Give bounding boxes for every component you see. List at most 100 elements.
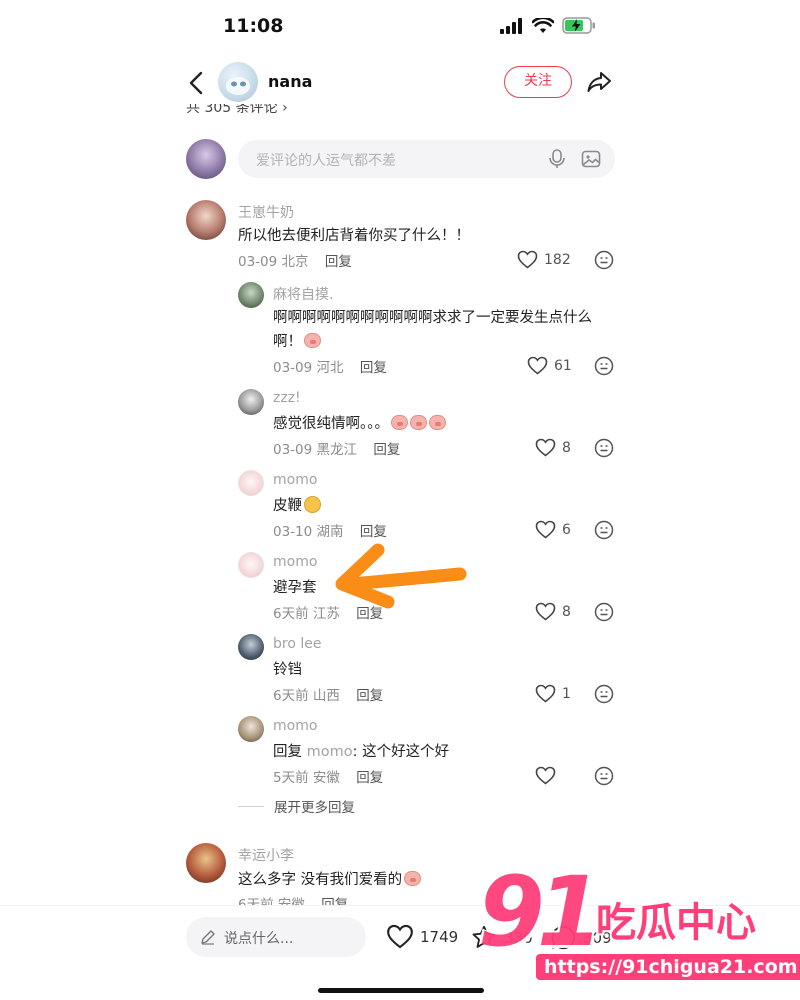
heart-icon — [387, 924, 413, 949]
reply-button[interactable]: 回复 — [325, 254, 352, 270]
like-count: 6 — [562, 521, 571, 538]
like-button[interactable]: 8 — [535, 602, 571, 621]
status-bar: 11:08 — [0, 0, 800, 58]
like-count: 1 — [562, 685, 571, 702]
reply-button[interactable]: 回复 — [360, 524, 387, 540]
say-something-input[interactable]: 说点什么... — [186, 917, 366, 957]
reply-button[interactable]: 回复 — [356, 688, 383, 704]
post-collect-count: 330 — [504, 928, 533, 947]
comment-meta: 5天前 安徽 回复 — [273, 766, 383, 786]
comment-avatar[interactable] — [238, 716, 264, 742]
like-button[interactable] — [535, 766, 562, 785]
comment-location: 山西 — [312, 688, 340, 704]
comment-date: 6天前 — [273, 606, 309, 622]
avatar-art-icon — [226, 77, 250, 95]
annotation-arrow-icon — [335, 543, 467, 609]
comment-avatar[interactable] — [238, 552, 264, 578]
comment-avatar[interactable] — [238, 282, 264, 308]
like-count: 8 — [562, 439, 571, 456]
comment-input[interactable]: 爱评论的人运气都不差 — [238, 140, 615, 178]
post-collect-button[interactable]: 330 — [470, 924, 533, 951]
post-comment-count: 309 — [583, 928, 612, 947]
comment-bubble-icon — [551, 925, 575, 950]
heart-icon — [517, 250, 538, 269]
comment-avatar[interactable] — [186, 843, 226, 883]
comment-username[interactable]: 麻将自摸. — [273, 284, 333, 304]
emoji-reaction-icon[interactable] — [594, 438, 614, 458]
comment-username[interactable]: momo — [273, 554, 317, 570]
image-icon[interactable] — [581, 149, 601, 169]
reply-button[interactable]: 回复 — [356, 770, 383, 786]
pig-emoji-icon — [304, 333, 321, 348]
comment-username[interactable]: momo — [273, 718, 317, 734]
like-button[interactable]: 61 — [527, 356, 572, 375]
comment-username[interactable]: zzz! — [273, 390, 301, 406]
comment-username[interactable]: 幸运小李 — [238, 845, 294, 865]
grin-emoji-icon — [304, 496, 321, 513]
comment-avatar[interactable] — [186, 200, 226, 240]
post-comment-button[interactable]: 309 — [550, 924, 612, 951]
like-button[interactable]: 182 — [517, 250, 571, 269]
comment-meta: 03-10 湖南 回复 — [273, 520, 387, 540]
pig-emoji-icon — [410, 415, 427, 430]
wifi-icon — [532, 17, 554, 33]
pig-emoji-icon — [391, 415, 408, 430]
comment-text: 避孕套 — [273, 580, 317, 596]
like-count: 182 — [544, 251, 571, 268]
author-name[interactable]: nana — [268, 72, 312, 91]
comment-text-line2: 啊！ — [273, 334, 302, 350]
comment-text: 啊啊啊啊啊啊啊啊啊啊啊求求了一定要发生点什么 — [273, 310, 592, 326]
like-button[interactable]: 6 — [535, 520, 571, 539]
expand-label: 展开更多回复 — [274, 800, 355, 816]
emoji-reaction-icon[interactable] — [594, 356, 614, 376]
comment-date: 6天前 — [273, 688, 309, 704]
follow-button[interactable]: 关注 — [504, 66, 572, 98]
like-button[interactable]: 1 — [535, 684, 571, 703]
heart-icon — [535, 602, 556, 621]
microphone-icon[interactable] — [548, 149, 566, 169]
comment-text-row: 回复 momo: 这个好这个好 — [273, 740, 449, 761]
comment-text: 铃铛 — [273, 662, 302, 678]
post-like-button[interactable]: 1749 — [386, 924, 458, 949]
comment-date: 03-09 — [238, 254, 278, 270]
comment-username[interactable]: momo — [273, 472, 317, 488]
comment-text-row: 感觉很纯情啊。。。 — [273, 412, 446, 433]
comment-avatar[interactable] — [238, 389, 264, 415]
share-icon[interactable] — [585, 68, 613, 96]
reply-prefix: 回复 — [273, 744, 302, 760]
status-time: 11:08 — [223, 15, 284, 37]
heart-icon — [527, 356, 548, 375]
emoji-reaction-icon[interactable] — [594, 520, 614, 540]
reply-target-user[interactable]: momo — [307, 744, 353, 760]
comment-count-heading: 共 305 条评论 › — [186, 104, 288, 116]
expand-divider — [238, 805, 264, 807]
comment-date: 03-09 — [273, 442, 313, 458]
my-avatar — [186, 139, 226, 179]
comment-location: 北京 — [281, 254, 309, 270]
emoji-reaction-icon[interactable] — [594, 766, 614, 786]
comment-username[interactable]: 王崽牛奶 — [238, 202, 294, 222]
like-count: 8 — [562, 603, 571, 620]
expand-more-replies[interactable]: 展开更多回复 — [238, 796, 355, 816]
reply-button[interactable]: 回复 — [373, 442, 400, 458]
comment-date: 03-09 — [273, 360, 313, 376]
comment-date: 5天前 — [273, 770, 309, 786]
bottom-bar: 说点什么... 1749 330 309 — [0, 905, 800, 1000]
comment-text-continued: 啊！ — [273, 330, 321, 351]
signal-icon — [500, 17, 522, 34]
emoji-reaction-icon[interactable] — [594, 684, 614, 704]
reply-button[interactable]: 回复 — [360, 360, 387, 376]
comment-username[interactable]: bro lee — [273, 636, 321, 652]
comment-location: 安徽 — [312, 770, 340, 786]
comment-text: 这么多字 没有我们爱看的 — [238, 872, 403, 888]
pig-emoji-icon — [429, 415, 446, 430]
author-avatar[interactable] — [218, 62, 258, 102]
like-button[interactable]: 8 — [535, 438, 571, 457]
emoji-reaction-icon[interactable] — [594, 250, 614, 270]
comment-avatar[interactable] — [238, 634, 264, 660]
comment-text: : 这个好这个好 — [352, 744, 450, 760]
emoji-reaction-icon[interactable] — [594, 602, 614, 622]
back-icon[interactable] — [186, 70, 206, 96]
comment-avatar[interactable] — [238, 470, 264, 496]
comment-meta: 6天前 山西 回复 — [273, 684, 383, 704]
